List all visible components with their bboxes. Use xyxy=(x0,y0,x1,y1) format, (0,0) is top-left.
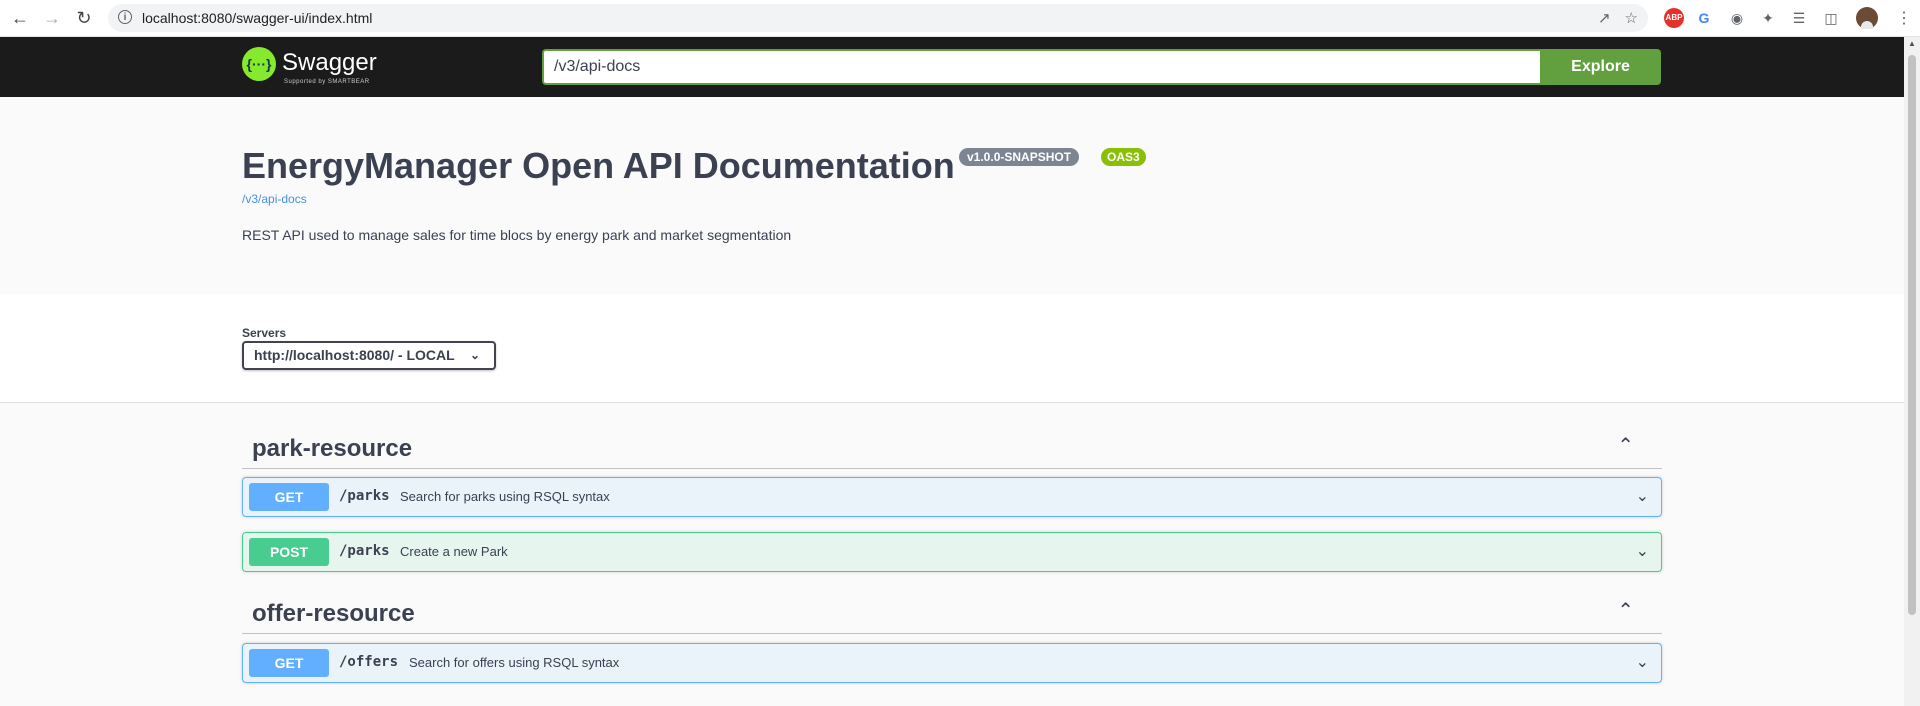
servers-section: Servers http://localhost:8080/ - LOCAL ⌄ xyxy=(0,294,1904,403)
servers-label: Servers xyxy=(242,326,287,340)
extensions-puzzle-icon[interactable]: ✦ xyxy=(1758,8,1778,28)
tag-name: offer-resource xyxy=(252,600,415,627)
browser-toolbar: ← → ↻ i localhost:8080/swagger-ui/index.… xyxy=(0,0,1920,37)
profile-avatar[interactable] xyxy=(1856,7,1878,29)
swagger-logo-icon[interactable]: {···} xyxy=(242,47,276,81)
oas-badge: OAS3 xyxy=(1101,148,1146,166)
chevron-down-icon[interactable]: ⌄ xyxy=(1636,541,1649,561)
operation-summary: Search for offers using RSQL syntax xyxy=(409,655,620,670)
tag-header-park-resource[interactable]: park-resource ⌃ xyxy=(242,423,1662,469)
method-badge: GET xyxy=(249,649,329,677)
chevron-down-icon[interactable]: ⌄ xyxy=(1636,652,1649,672)
servers-selected-value: http://localhost:8080/ - LOCAL xyxy=(254,347,455,363)
reload-icon[interactable]: ↻ xyxy=(74,8,94,28)
swagger-topbar: {···} Swagger Supported by SMARTBEAR /v3… xyxy=(0,37,1904,97)
forward-icon[interactable]: → xyxy=(42,8,62,28)
operations-section: park-resource ⌃ GET /parks Search for pa… xyxy=(0,403,1904,706)
spec-url-input[interactable]: /v3/api-docs xyxy=(542,49,1540,85)
scroll-up-arrow-icon[interactable]: ▲ xyxy=(1904,39,1920,53)
camera-extension-icon[interactable]: ◉ xyxy=(1727,8,1747,28)
chevron-up-icon[interactable]: ⌃ xyxy=(1617,598,1634,623)
operation-path: /parks xyxy=(339,488,390,504)
servers-select[interactable]: http://localhost:8080/ - LOCAL ⌄ xyxy=(242,341,496,370)
operation-post-parks[interactable]: POST /parks Create a new Park ⌄ xyxy=(242,532,1662,572)
method-badge: POST xyxy=(249,538,329,566)
site-info-icon[interactable]: i xyxy=(118,10,132,24)
translate-extension-icon[interactable]: G xyxy=(1694,8,1714,28)
api-info-section: EnergyManager Open API Documentation v1.… xyxy=(0,97,1904,294)
reading-list-icon[interactable]: ☰ xyxy=(1789,8,1809,28)
address-bar[interactable]: i localhost:8080/swagger-ui/index.html ↗… xyxy=(108,4,1648,32)
chevron-down-icon[interactable]: ⌄ xyxy=(1636,486,1649,506)
side-panel-icon[interactable]: ◫ xyxy=(1821,8,1841,28)
api-title: EnergyManager Open API Documentation xyxy=(242,145,955,186)
version-badge: v1.0.0-SNAPSHOT xyxy=(959,148,1080,166)
explore-button[interactable]: Explore xyxy=(1540,49,1661,85)
chevron-down-icon: ⌄ xyxy=(469,348,480,362)
tag-name: park-resource xyxy=(252,435,413,462)
address-url[interactable]: localhost:8080/swagger-ui/index.html xyxy=(142,10,372,26)
api-description: REST API used to manage sales for time b… xyxy=(242,227,792,243)
share-icon[interactable]: ↗ xyxy=(1598,9,1611,27)
operation-get-parks[interactable]: GET /parks Search for parks using RSQL s… xyxy=(242,477,1662,517)
operation-path: /parks xyxy=(339,543,390,559)
scroll-thumb[interactable] xyxy=(1908,55,1916,615)
chevron-up-icon[interactable]: ⌃ xyxy=(1617,433,1634,458)
operation-path: /offers xyxy=(339,654,399,670)
browser-menu-icon[interactable]: ⋮ xyxy=(1896,8,1912,28)
tag-header-offer-resource[interactable]: offer-resource ⌃ xyxy=(242,588,1662,634)
operation-summary: Create a new Park xyxy=(400,544,508,559)
operation-get-offers[interactable]: GET /offers Search for offers using RSQL… xyxy=(242,643,1662,683)
bookmark-star-icon[interactable]: ☆ xyxy=(1625,9,1638,27)
back-icon[interactable]: ← xyxy=(10,8,30,28)
method-badge: GET xyxy=(249,483,329,511)
page-scrollbar[interactable]: ▲ xyxy=(1904,37,1920,706)
operation-summary: Search for parks using RSQL syntax xyxy=(400,489,610,504)
swagger-brand-sub: Supported by SMARTBEAR xyxy=(284,79,370,85)
adblock-extension-icon[interactable]: ABP xyxy=(1664,8,1684,28)
spec-link[interactable]: /v3/api-docs xyxy=(242,192,307,206)
swagger-brand[interactable]: Swagger xyxy=(282,49,377,77)
